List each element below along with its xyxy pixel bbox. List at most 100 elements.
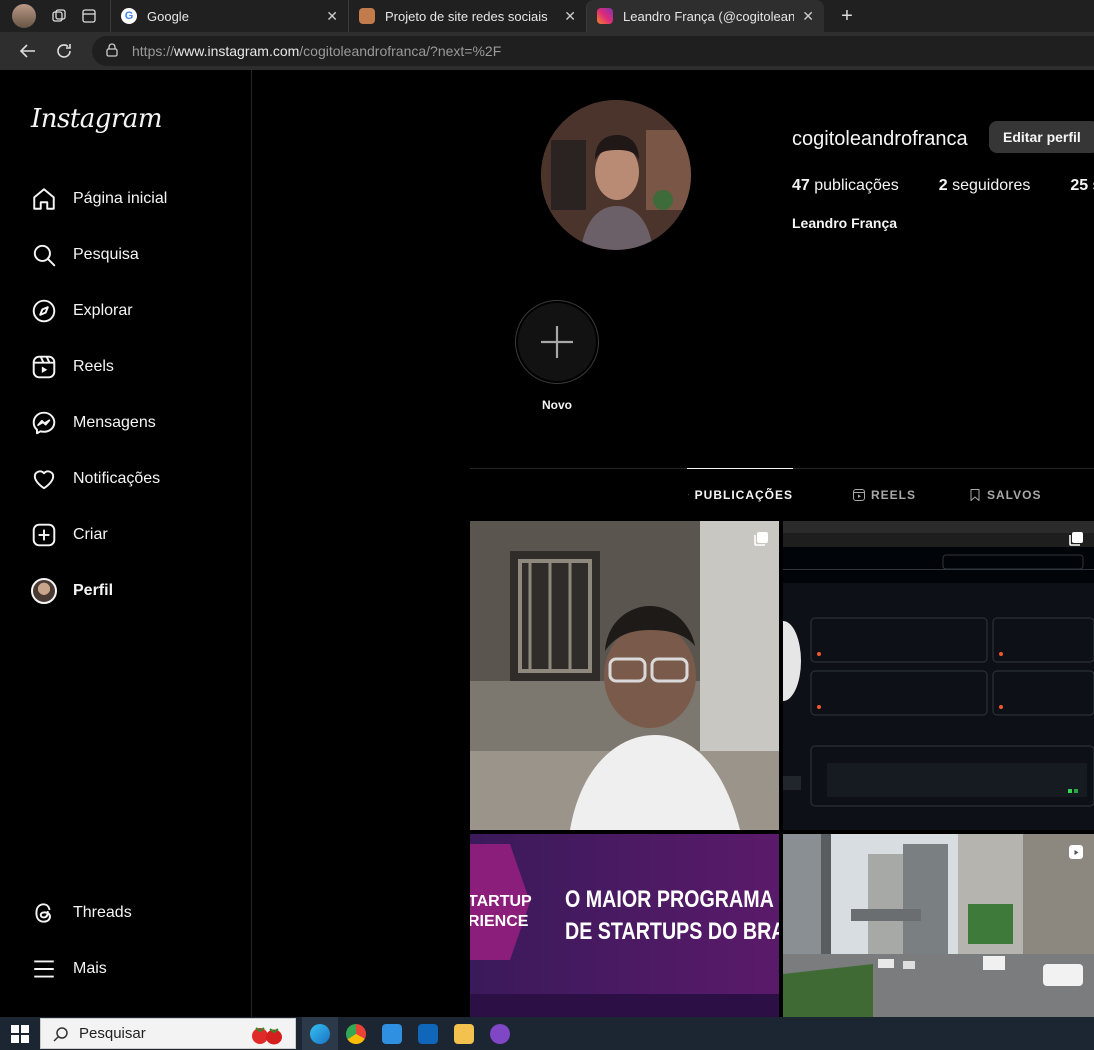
post-street-scene[interactable] <box>783 834 1094 1017</box>
tab-instagram[interactable]: Leandro França (@cogitoleandrofranca) ✕ <box>586 0 824 32</box>
startup-tag: TARTUP RIENCE <box>470 892 532 932</box>
taskbar-search-placeholder: Pesquisar <box>79 1025 146 1042</box>
sidebar-item-reels[interactable]: Reels <box>19 343 239 391</box>
profile-tabs: PUBLICAÇÕES REELS SALVOS <box>470 468 1094 521</box>
compass-icon <box>32 299 56 323</box>
new-tab-icon[interactable]: + <box>832 1 862 31</box>
sidebar-item-threads[interactable]: Threads <box>19 889 239 937</box>
url-field[interactable]: https://www.instagram.com/cogitoleandrof… <box>92 36 1094 66</box>
edit-profile-button[interactable]: Editar perfil <box>989 121 1094 153</box>
heart-icon <box>33 470 55 490</box>
sidebar-item-create[interactable]: Criar <box>19 511 239 559</box>
carousel-icon <box>754 532 768 546</box>
messenger-icon <box>32 411 56 435</box>
startup-tag-line2: RIENCE <box>470 913 529 930</box>
taskbar-search[interactable]: Pesquisar <box>40 1018 296 1049</box>
tab-reels[interactable]: REELS <box>853 468 916 521</box>
sidebar-item-label: Página inicial <box>73 190 168 207</box>
sidebar-item-label: Criar <box>73 526 108 543</box>
startup-tag-line1: TARTUP <box>470 893 532 910</box>
tab-posts[interactable]: PUBLICAÇÕES <box>687 468 793 521</box>
address-bar-row: https://www.instagram.com/cogitoleandrof… <box>0 32 1094 70</box>
highlight-inner <box>518 303 596 381</box>
browser-profile-avatar[interactable] <box>12 4 36 28</box>
profile-username: cogitoleandrofranca <box>792 128 968 150</box>
profile-full-name: Leandro França <box>792 215 898 231</box>
sidebar-item-label: Mais <box>73 960 107 977</box>
sidebar-item-home[interactable]: Página inicial <box>19 175 239 223</box>
workspaces-icon[interactable] <box>44 1 74 31</box>
vertical-tabs-icon[interactable] <box>74 1 104 31</box>
followers-label: seguidores <box>952 177 1031 194</box>
instagram-app: Instagram Página inicial Pesquisa Explor… <box>7 70 1094 1017</box>
grid-icon <box>688 494 689 496</box>
google-icon: G <box>121 8 137 24</box>
threads-icon <box>35 903 51 923</box>
sidebar-item-label: Threads <box>73 904 132 921</box>
plus-square-icon <box>32 523 56 547</box>
taskbar-edge-icon[interactable] <box>302 1017 338 1050</box>
instagram-icon <box>597 8 613 24</box>
sidebar-item-more[interactable]: Mais <box>19 945 239 993</box>
taskbar-outlook-icon[interactable] <box>410 1017 446 1050</box>
sidebar-item-profile[interactable]: Perfil <box>19 567 239 615</box>
windows-start-icon[interactable] <box>0 1017 40 1050</box>
sidebar-item-notifications[interactable]: Notificações <box>19 455 239 503</box>
startup-headline: O MAIOR PROGRAMA DE STARTUPS DO BRASIL <box>565 884 779 948</box>
following-stat[interactable]: 25 seguindo <box>1070 177 1094 195</box>
sidebar-item-messages[interactable]: Mensagens <box>19 399 239 447</box>
tab-title: Leandro França (@cogitoleandrofranca) <box>623 8 795 24</box>
sidebar-item-label: Mensagens <box>73 414 156 431</box>
plus-icon <box>541 326 573 358</box>
refresh-icon[interactable] <box>46 35 82 67</box>
sidebar-item-explore[interactable]: Explorar <box>19 287 239 335</box>
taskbar-chrome-icon[interactable] <box>338 1017 374 1050</box>
reels-icon <box>853 488 865 501</box>
lock-icon <box>106 42 118 60</box>
tab-google[interactable]: G Google ✕ <box>110 0 348 32</box>
bookmark-icon <box>970 488 980 501</box>
tab-projeto[interactable]: Projeto de site redes sociais ✕ <box>348 0 586 32</box>
post-github-screenshot[interactable] <box>783 521 1094 830</box>
url-path: /cogitoleandrofranca/?next=%2F <box>299 43 502 59</box>
strawberry-icon <box>249 1023 285 1045</box>
post-startup-banner[interactable]: TARTUP RIENCE O MAIOR PROGRAMA DE STARTU… <box>470 834 779 1017</box>
close-icon[interactable]: ✕ <box>794 8 814 25</box>
close-icon[interactable]: ✕ <box>318 8 338 25</box>
carousel-icon <box>1069 532 1083 546</box>
avatar <box>31 578 57 604</box>
taskbar-explorer-icon[interactable] <box>446 1017 482 1050</box>
reels-icon <box>32 355 56 379</box>
home-icon <box>33 188 55 210</box>
url-host: www.instagram.com <box>174 43 300 59</box>
tab-label: SALVOS <box>987 487 1042 502</box>
instagram-logo[interactable]: Instagram <box>31 104 163 134</box>
profile-avatar[interactable] <box>541 100 691 250</box>
taskbar-github-desktop-icon[interactable] <box>482 1017 518 1050</box>
followers-stat[interactable]: 2 seguidores <box>939 177 1031 195</box>
startup-headline-line2: DE STARTUPS DO BRASIL <box>565 918 779 945</box>
startup-headline-line1: O MAIOR PROGRAMA <box>565 886 774 913</box>
tab-label: REELS <box>871 487 917 502</box>
taskbar-vscode-icon[interactable] <box>374 1017 410 1050</box>
search-icon <box>33 244 56 267</box>
posts-stat[interactable]: 47 publicações <box>792 177 899 195</box>
post-image <box>470 521 779 830</box>
posts-label: publicações <box>814 177 899 194</box>
search-icon <box>53 1026 68 1042</box>
close-icon[interactable]: ✕ <box>556 8 576 25</box>
new-highlight[interactable]: Novo <box>515 300 599 412</box>
post-selfie[interactable] <box>470 521 779 830</box>
back-icon[interactable] <box>10 35 46 67</box>
browser-tab-bar: G Google ✕ Projeto de site redes sociais… <box>0 0 1094 32</box>
tab-title: Projeto de site redes sociais <box>385 8 548 24</box>
sidebar-item-label: Perfil <box>73 582 114 599</box>
followers-count: 2 <box>938 177 948 194</box>
sidebar-item-search[interactable]: Pesquisa <box>19 231 239 279</box>
tab-label: PUBLICAÇÕES <box>694 488 793 502</box>
profile-stats: 47 publicações 2 seguidores 25 seguindo <box>792 177 1094 195</box>
post-image <box>783 834 1094 1017</box>
tab-saved[interactable]: SALVOS <box>969 468 1041 521</box>
sidebar-item-label: Reels <box>73 358 114 375</box>
posts-count: 47 <box>792 177 810 194</box>
